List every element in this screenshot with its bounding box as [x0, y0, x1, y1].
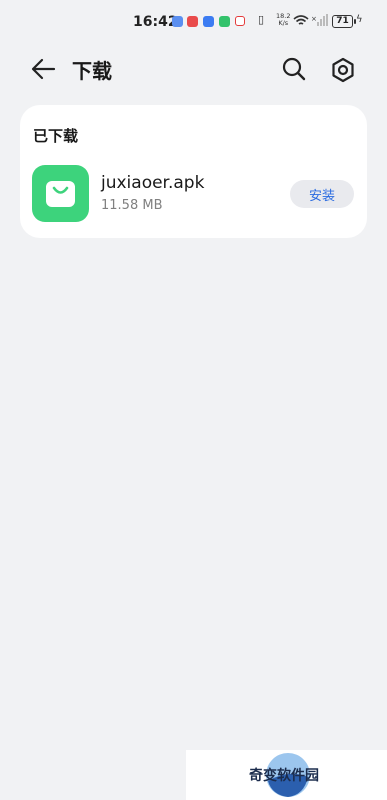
status-bar: 16:42 ▯ 18.2 K/s × 71 ϟ [0, 0, 387, 44]
search-icon[interactable] [279, 54, 309, 84]
wifi-icon [293, 15, 309, 25]
shopping-bag-icon [46, 181, 75, 207]
svg-text:×: × [311, 15, 317, 23]
notification-icon [203, 16, 214, 27]
network-speed: 18.2 K/s [276, 12, 291, 27]
watermark-text: 奇变软件园 [249, 768, 319, 784]
charging-icon: ϟ [356, 14, 363, 25]
notification-icon [187, 16, 198, 27]
downloaded-card: 已下载 juxiaoer.apk 11.58 MB 安装 [20, 105, 367, 238]
section-title: 已下载 [33, 127, 79, 145]
notification-icon [235, 16, 245, 26]
signal-icon: × [311, 14, 328, 26]
battery-icon: 71 [332, 15, 356, 28]
status-time: 16:42 [133, 14, 178, 30]
file-size: 11.58 MB [101, 198, 163, 213]
notification-icon [172, 16, 183, 27]
watermark: 奇变软件园 [186, 750, 387, 800]
vibrate-icon: ▯ [258, 13, 265, 26]
page-title: 下载 [72, 59, 112, 83]
notification-icon [219, 16, 230, 27]
app-icon [32, 165, 89, 222]
back-arrow-icon[interactable] [28, 54, 58, 84]
gear-icon[interactable] [327, 54, 359, 86]
file-name: juxiaoer.apk [101, 173, 205, 193]
install-button[interactable]: 安装 [290, 180, 354, 208]
